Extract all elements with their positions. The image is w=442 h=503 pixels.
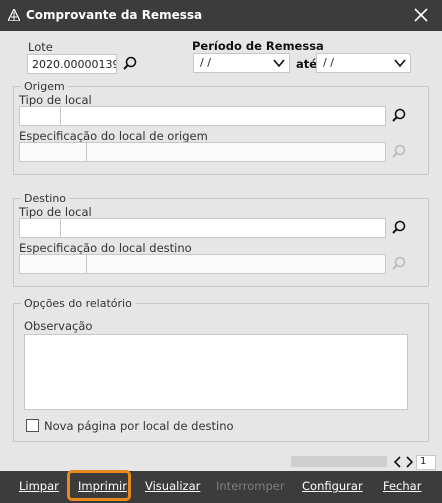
imprimir-highlight [67, 470, 131, 501]
search-icon[interactable] [390, 219, 408, 237]
date-from-value: / / [200, 56, 211, 69]
date-to-value: / / [323, 56, 334, 69]
lote-input[interactable]: 2020.00000139 [27, 54, 117, 74]
destino-group-title: Destino [21, 192, 70, 205]
origem-espec-desc-input[interactable] [86, 142, 386, 162]
destino-espec-label: Especificação do local destino [19, 241, 192, 255]
horizontal-scrollbar[interactable] [291, 456, 387, 467]
page-number-field[interactable]: 1 [416, 455, 436, 470]
destino-espec-desc-input[interactable] [86, 254, 386, 274]
origem-group-title: Origem [21, 80, 68, 93]
lote-label: Lote [28, 40, 53, 54]
origem-tipo-label: Tipo de local [19, 93, 92, 107]
search-icon [392, 144, 406, 158]
origem-espec-label: Especificação do local de origem [19, 129, 208, 143]
search-icon[interactable] [121, 55, 139, 73]
origem-tipo-desc-input[interactable] [60, 106, 386, 126]
search-icon[interactable] [390, 107, 408, 125]
destino-tipo-label: Tipo de local [19, 205, 92, 219]
periodo-label: Período de Remessa [192, 39, 324, 53]
chevron-right-icon[interactable] [403, 455, 415, 469]
date-from-select[interactable]: / / [193, 53, 290, 73]
chevron-down-icon [394, 59, 406, 68]
search-icon [392, 256, 406, 270]
date-to-select[interactable]: / / [316, 53, 411, 73]
app-logo-icon [8, 9, 20, 21]
destino-tipo-code-input[interactable] [19, 218, 61, 238]
fechar-button[interactable]: Fechar [383, 471, 421, 503]
limpar-button[interactable]: Limpar [19, 471, 59, 503]
chevron-down-icon [273, 59, 285, 68]
destino-espec-code-input[interactable] [19, 254, 87, 274]
origem-tipo-code-input[interactable] [19, 106, 61, 126]
visualizar-button[interactable]: Visualizar [145, 471, 200, 503]
window-title: Comprovante da Remessa [26, 8, 203, 22]
destino-tipo-desc-input[interactable] [60, 218, 386, 238]
origem-espec-code-input[interactable] [19, 142, 87, 162]
interromper-button: Interromper [216, 479, 285, 493]
ate-label: até [296, 57, 318, 71]
observacao-label: Observação [24, 319, 93, 333]
nova-pagina-label: Nova página por local de destino [44, 419, 234, 433]
opcoes-group-title: Opções do relatório [21, 297, 135, 310]
observacao-textarea[interactable] [24, 334, 408, 410]
close-icon[interactable] [410, 4, 432, 26]
title-bar: Comprovante da Remessa [0, 0, 442, 31]
nova-pagina-checkbox[interactable] [26, 419, 39, 432]
configurar-button[interactable]: Configurar [302, 471, 363, 503]
